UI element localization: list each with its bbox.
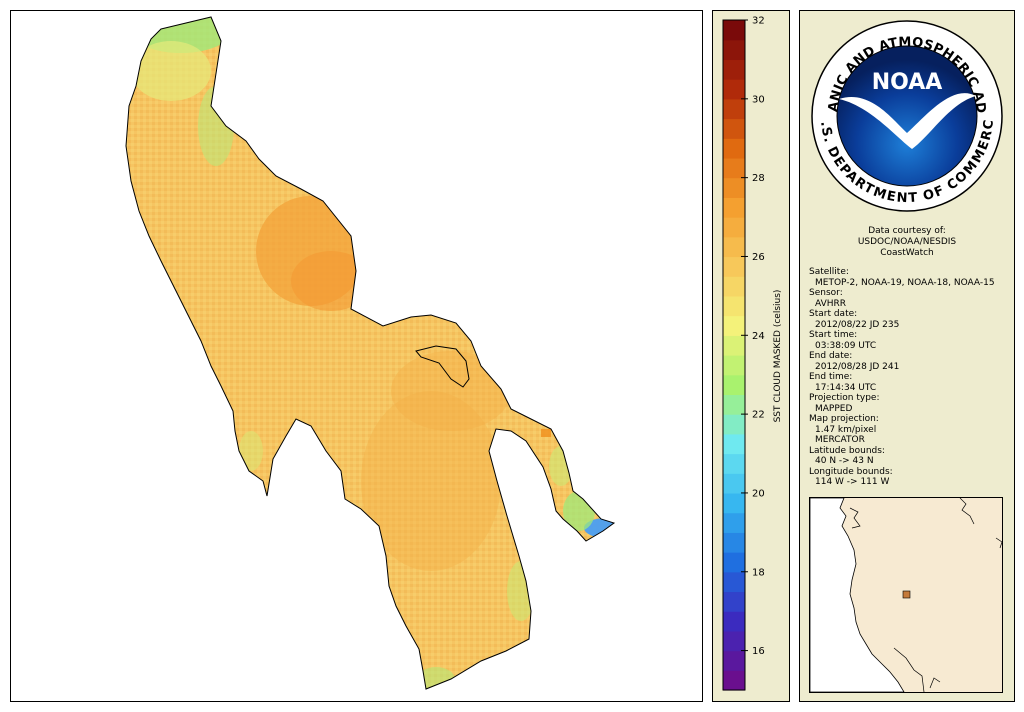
colorbar-cell	[723, 335, 745, 356]
colorbar-cell	[723, 492, 745, 514]
data-courtesy: Data courtesy of: USDOC/NOAA/NESDIS Coas…	[800, 226, 1014, 259]
colorbar-cell	[723, 650, 745, 671]
meta-label: Start time:	[809, 330, 858, 340]
locator-map-svg	[810, 498, 1002, 692]
lake-sst-field	[126, 17, 614, 689]
colorbar-cell	[723, 670, 745, 691]
meta-value: MERCATOR	[815, 435, 865, 445]
colorbar-cell	[723, 98, 745, 120]
colorbar-cell	[723, 512, 745, 533]
meta-label: End time:	[809, 372, 853, 382]
courtesy-line: USDOC/NOAA/NESDIS	[857, 237, 957, 247]
meta-label: Sensor:	[809, 288, 843, 298]
locator-map	[809, 497, 1003, 693]
colorbar-cell	[723, 59, 745, 80]
meta-value: MAPPED	[815, 403, 853, 414]
metadata-list: Satellite: METOP-2, NOAA-19, NOAA-18, NO…	[809, 267, 1013, 488]
meta-value: 2012/08/28 JD 241	[815, 361, 900, 372]
colorbar-cell	[723, 571, 745, 593]
colorbar: 32 30 28 26 24 22 20 18 16 SST CLOUD MASKED (cel…	[722, 16, 783, 691]
colorbar-cell	[723, 611, 745, 632]
meta-label: Map projection:	[809, 414, 879, 424]
colorbar-cell	[723, 39, 745, 61]
colorbar-tick-label: 32	[752, 16, 765, 27]
colorbar-scale	[723, 20, 745, 691]
colorbar-cell	[723, 414, 745, 435]
meta-value: AVHRR	[815, 298, 847, 309]
info-panel: NATIONAL OCEANIC AND ATMOSPHERIC ADMINIS…	[799, 10, 1015, 702]
colorbar-tick-label: 24	[752, 331, 765, 342]
colorbar-tick-label: 18	[752, 567, 765, 578]
colorbar-cell	[723, 217, 745, 238]
colorbar-title: SST CLOUD MASKED (celsius)	[773, 290, 783, 423]
meta-label: Projection type:	[809, 393, 880, 403]
colorbar-cell	[723, 552, 745, 573]
colorbar-cell	[723, 453, 745, 474]
colorbar-tick-label: 26	[752, 252, 765, 263]
colorbar-tick-label: 28	[752, 173, 765, 184]
colorbar-cell	[723, 315, 745, 336]
colorbar-cell	[723, 473, 745, 494]
colorbar-cell	[723, 630, 745, 652]
colorbar-cell	[723, 118, 745, 139]
courtesy-line: Data courtesy of:	[868, 226, 946, 236]
meta-label: Latitude bounds:	[809, 445, 885, 456]
meta-label: End date:	[809, 351, 853, 361]
colorbar-cell	[723, 433, 745, 455]
noaa-logo: NATIONAL OCEANIC AND ATMOSPHERIC ADMINIS…	[800, 11, 1003, 212]
colorbar-cell	[723, 355, 745, 376]
meta-label: Satellite:	[809, 267, 849, 277]
meta-value: 03:38:09 UTC	[815, 340, 877, 351]
colorbar-cell	[723, 276, 745, 297]
colorbar-cell	[723, 138, 745, 159]
colorbar-cell	[723, 79, 745, 100]
colorbar-cell	[723, 20, 745, 41]
meta-value: 40 N -> 43 N	[815, 456, 874, 466]
colorbar-cell	[723, 295, 745, 317]
colorbar-cell	[723, 236, 745, 258]
colorbar-tick-label: 16	[752, 646, 765, 657]
colorbar-tick-label: 30	[752, 94, 765, 105]
sst-map-panel[interactable]	[10, 10, 703, 702]
colorbar-tick-label: 20	[752, 488, 765, 499]
colorbar-cell	[723, 532, 745, 553]
courtesy-line: CoastWatch	[880, 248, 934, 258]
colorbar-panel: 32 30 28 26 24 22 20 18 16 SST CLOUD MASKED (cel…	[712, 10, 790, 702]
meta-value: 1.47 km/pixel	[815, 424, 877, 435]
colorbar-cell	[723, 177, 745, 198]
meta-label: Longitude bounds:	[809, 466, 893, 477]
colorbar-cell	[723, 256, 745, 277]
meta-value: 114 W -> 111 W	[815, 477, 890, 487]
logo-globe	[836, 45, 978, 187]
colorbar-cell	[723, 394, 745, 415]
colorbar-cell	[723, 157, 745, 179]
colorbar-cell	[723, 591, 745, 612]
sst-map	[125, 16, 616, 690]
colorbar-cell	[723, 374, 745, 396]
meta-value: 2012/08/22 JD 235	[815, 319, 900, 330]
logo-noaa-text: NOAA	[872, 70, 943, 95]
meta-value: 17:14:34 UTC	[815, 382, 877, 393]
colorbar-cell	[723, 197, 745, 218]
meta-label: Start date:	[809, 309, 858, 319]
colorbar-tick-label: 22	[752, 410, 765, 421]
region-marker	[902, 590, 911, 599]
meta-value: METOP-2, NOAA-19, NOAA-18, NOAA-15	[815, 277, 995, 288]
